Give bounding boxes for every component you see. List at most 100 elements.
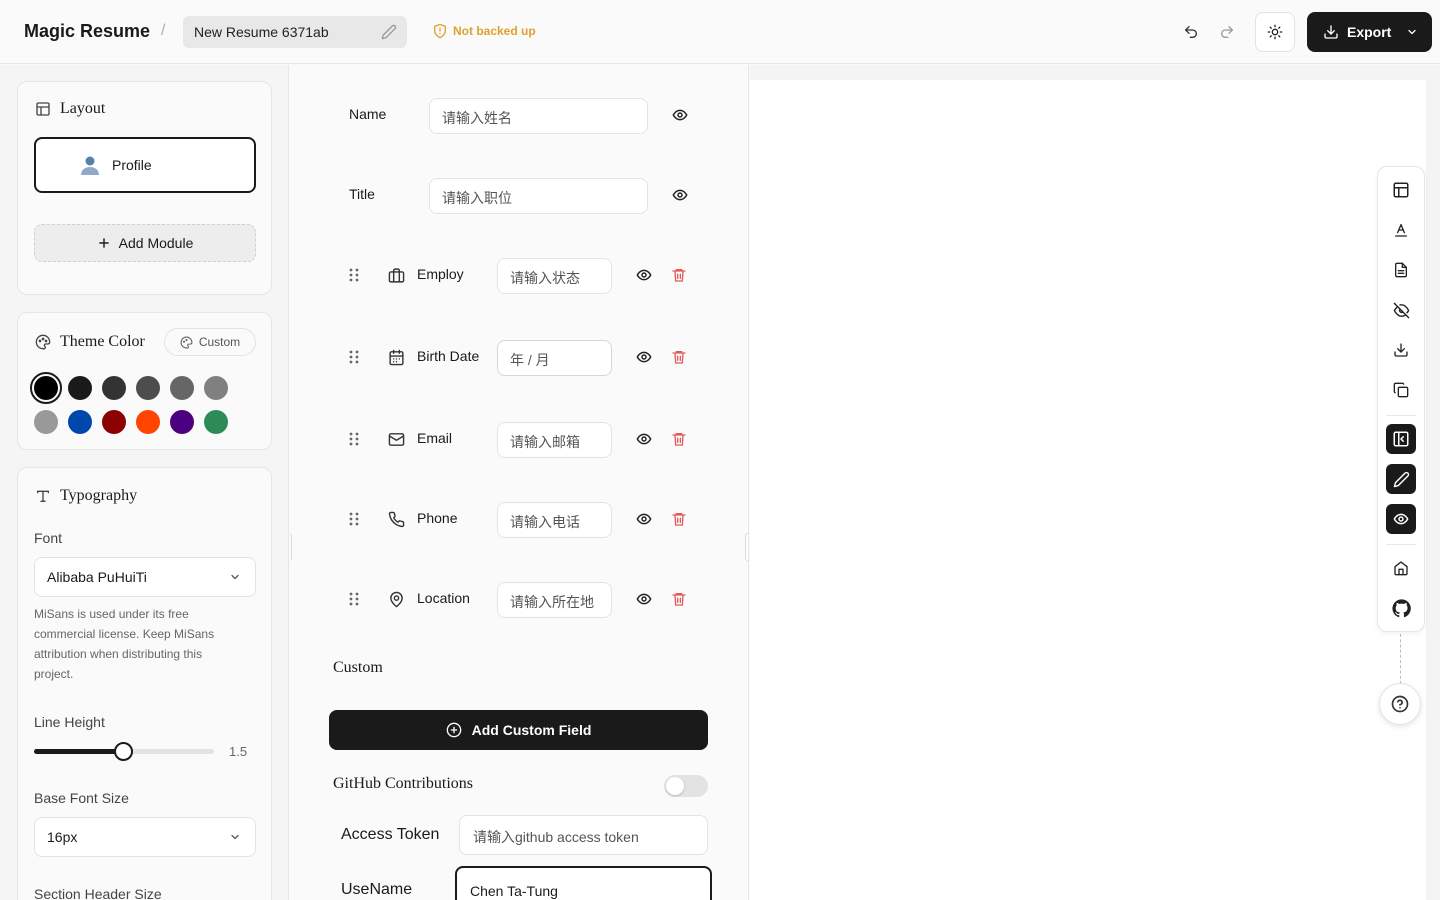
color-swatch[interactable] xyxy=(102,376,126,400)
color-swatch[interactable] xyxy=(34,410,58,434)
color-swatch[interactable] xyxy=(136,376,160,400)
eye-icon[interactable] xyxy=(635,267,653,283)
document-button[interactable] xyxy=(1386,255,1416,285)
font-license-note: MiSans is used under its free commercial… xyxy=(34,607,215,681)
chevron-down-icon xyxy=(1406,26,1418,38)
eye-icon[interactable] xyxy=(671,107,689,123)
field-label: Location xyxy=(417,590,470,606)
drag-handle-icon[interactable] xyxy=(348,431,360,447)
slider-thumb[interactable] xyxy=(114,742,133,761)
name-row: Name 请输入姓名 xyxy=(290,95,748,135)
pencil-icon[interactable] xyxy=(381,24,397,40)
theme-toggle-button[interactable] xyxy=(1255,12,1295,52)
chevron-down-icon xyxy=(229,831,241,843)
download-icon xyxy=(1393,342,1409,358)
base-font-size-label: Base Font Size xyxy=(34,790,129,806)
type-icon xyxy=(35,488,51,504)
backup-status[interactable]: Not backed up xyxy=(432,23,536,39)
brand-logo[interactable]: Magic Resume xyxy=(24,21,150,42)
download-icon xyxy=(1323,24,1339,40)
trash-icon[interactable] xyxy=(671,267,687,283)
add-custom-field-button[interactable]: Add Custom Field xyxy=(329,710,708,750)
plus-circle-icon xyxy=(446,722,462,738)
field-label: Employ xyxy=(417,266,464,282)
preview-toolbar xyxy=(1377,166,1425,632)
github-button[interactable] xyxy=(1386,593,1416,623)
color-swatch[interactable] xyxy=(68,376,92,400)
trash-icon[interactable] xyxy=(671,349,687,365)
location-input[interactable]: 请输入所在地 xyxy=(497,582,612,618)
home-button[interactable] xyxy=(1386,553,1416,583)
drag-handle-icon[interactable] xyxy=(348,349,360,365)
hide-button[interactable] xyxy=(1386,295,1416,325)
color-swatch[interactable] xyxy=(170,410,194,434)
color-swatch[interactable] xyxy=(204,410,228,434)
field-label: Phone xyxy=(417,510,458,526)
toggle-sidebar-button[interactable] xyxy=(1386,424,1416,454)
title-input[interactable]: 请输入职位 xyxy=(429,178,648,214)
add-custom-field-label: Add Custom Field xyxy=(471,722,592,738)
font-select[interactable]: Alibaba PuHuiTi xyxy=(34,557,256,597)
download-button[interactable] xyxy=(1386,335,1416,365)
line-height-slider[interactable] xyxy=(34,742,214,761)
layout-panel-button[interactable] xyxy=(1386,175,1416,205)
add-module-button[interactable]: Add Module xyxy=(34,224,256,262)
eye-icon[interactable] xyxy=(635,511,653,527)
color-swatch[interactable] xyxy=(30,372,62,404)
layout-icon xyxy=(35,101,51,117)
drag-handle-icon[interactable] xyxy=(348,511,360,527)
color-swatch[interactable] xyxy=(204,376,228,400)
birth-date-input[interactable]: 年 / 月 xyxy=(497,340,612,376)
redo-button[interactable] xyxy=(1215,20,1239,44)
top-header: Magic Resume / New Resume 6371ab Not bac… xyxy=(0,0,1440,64)
base-font-size-select[interactable]: 16px xyxy=(34,817,256,857)
profile-module-button[interactable]: Profile xyxy=(34,137,256,193)
color-swatch[interactable] xyxy=(68,410,92,434)
employ-input[interactable]: 请输入状态 xyxy=(497,258,612,294)
drag-handle-icon[interactable] xyxy=(348,591,360,607)
trash-icon[interactable] xyxy=(671,591,687,607)
edit-mode-button[interactable] xyxy=(1386,464,1416,494)
eye-icon[interactable] xyxy=(635,591,653,607)
undo-button[interactable] xyxy=(1179,20,1203,44)
trash-icon[interactable] xyxy=(671,511,687,527)
field-label: Email xyxy=(417,430,453,446)
pencil-icon xyxy=(1393,471,1410,488)
mail-icon xyxy=(388,431,406,449)
help-button[interactable] xyxy=(1379,683,1421,725)
font-select-value: Alibaba PuHuiTi xyxy=(47,569,147,585)
github-icon xyxy=(1391,598,1411,618)
eye-icon[interactable] xyxy=(671,187,689,203)
copy-button[interactable] xyxy=(1386,375,1416,405)
font-label: Font xyxy=(34,530,63,546)
preview-mode-button[interactable] xyxy=(1386,504,1416,534)
custom-color-label: Custom xyxy=(198,335,241,349)
resume-name-field[interactable]: New Resume 6371ab xyxy=(183,16,407,48)
eye-icon[interactable] xyxy=(635,349,653,365)
profile-label: Profile xyxy=(112,157,152,173)
chevron-down-icon xyxy=(229,571,241,583)
export-button[interactable]: Export xyxy=(1307,12,1432,52)
email-input[interactable]: 请输入邮箱 xyxy=(497,422,612,458)
field-row-employ: Employ 请输入状态 xyxy=(290,255,748,295)
shield-alert-icon xyxy=(432,23,448,39)
map-pin-icon xyxy=(388,591,406,609)
typography-title-text: Typography xyxy=(60,487,138,504)
font-settings-button[interactable] xyxy=(1386,215,1416,245)
github-contributions-toggle[interactable] xyxy=(664,775,708,797)
custom-color-button[interactable]: Custom xyxy=(164,328,256,356)
drag-handle-icon[interactable] xyxy=(348,267,360,283)
username-label: UseName xyxy=(341,881,413,898)
color-swatch[interactable] xyxy=(136,410,160,434)
eye-icon[interactable] xyxy=(635,431,653,447)
color-swatch[interactable] xyxy=(170,376,194,400)
username-input[interactable]: Chen Ta-Tung xyxy=(455,866,712,900)
eye-icon xyxy=(1392,511,1410,527)
palette-icon xyxy=(35,334,51,350)
name-input[interactable]: 请输入姓名 xyxy=(429,98,648,134)
toolbar-divider xyxy=(1386,544,1416,545)
trash-icon[interactable] xyxy=(671,431,687,447)
phone-input[interactable]: 请输入电话 xyxy=(497,502,612,538)
color-swatch[interactable] xyxy=(102,410,126,434)
access-token-input[interactable]: 请输入github access token xyxy=(459,815,708,855)
